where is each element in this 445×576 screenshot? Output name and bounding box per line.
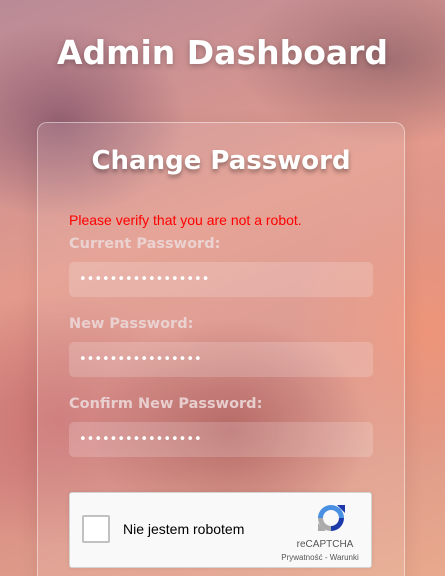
privacy-link[interactable]: Prywatność [281,553,322,562]
current-password-input[interactable]: ••••••••••••••••• [69,262,373,297]
confirm-password-label: Confirm New Password: [69,396,263,412]
confirm-password-input[interactable]: •••••••••••••••• [69,422,373,457]
recaptcha-logo-icon [318,505,345,531]
error-message: Please verify that you are not a robot. [69,212,302,228]
links-separator: - [322,553,330,562]
recaptcha-checkbox[interactable] [82,515,110,543]
new-password-label: New Password: [69,316,194,332]
recaptcha-widget: Nie jestem robotem reCAPTCHA Prywatność … [69,492,372,568]
current-password-label: Current Password: [69,236,221,252]
recaptcha-links: Prywatność - Warunki [270,553,370,562]
new-password-input[interactable]: •••••••••••••••• [69,342,373,377]
terms-link[interactable]: Warunki [330,553,359,562]
recaptcha-label: Nie jestem robotem [123,521,245,537]
page-title: Admin Dashboard [56,33,389,72]
recaptcha-brand: reCAPTCHA [296,539,354,550]
form-title: Change Password [91,146,351,176]
